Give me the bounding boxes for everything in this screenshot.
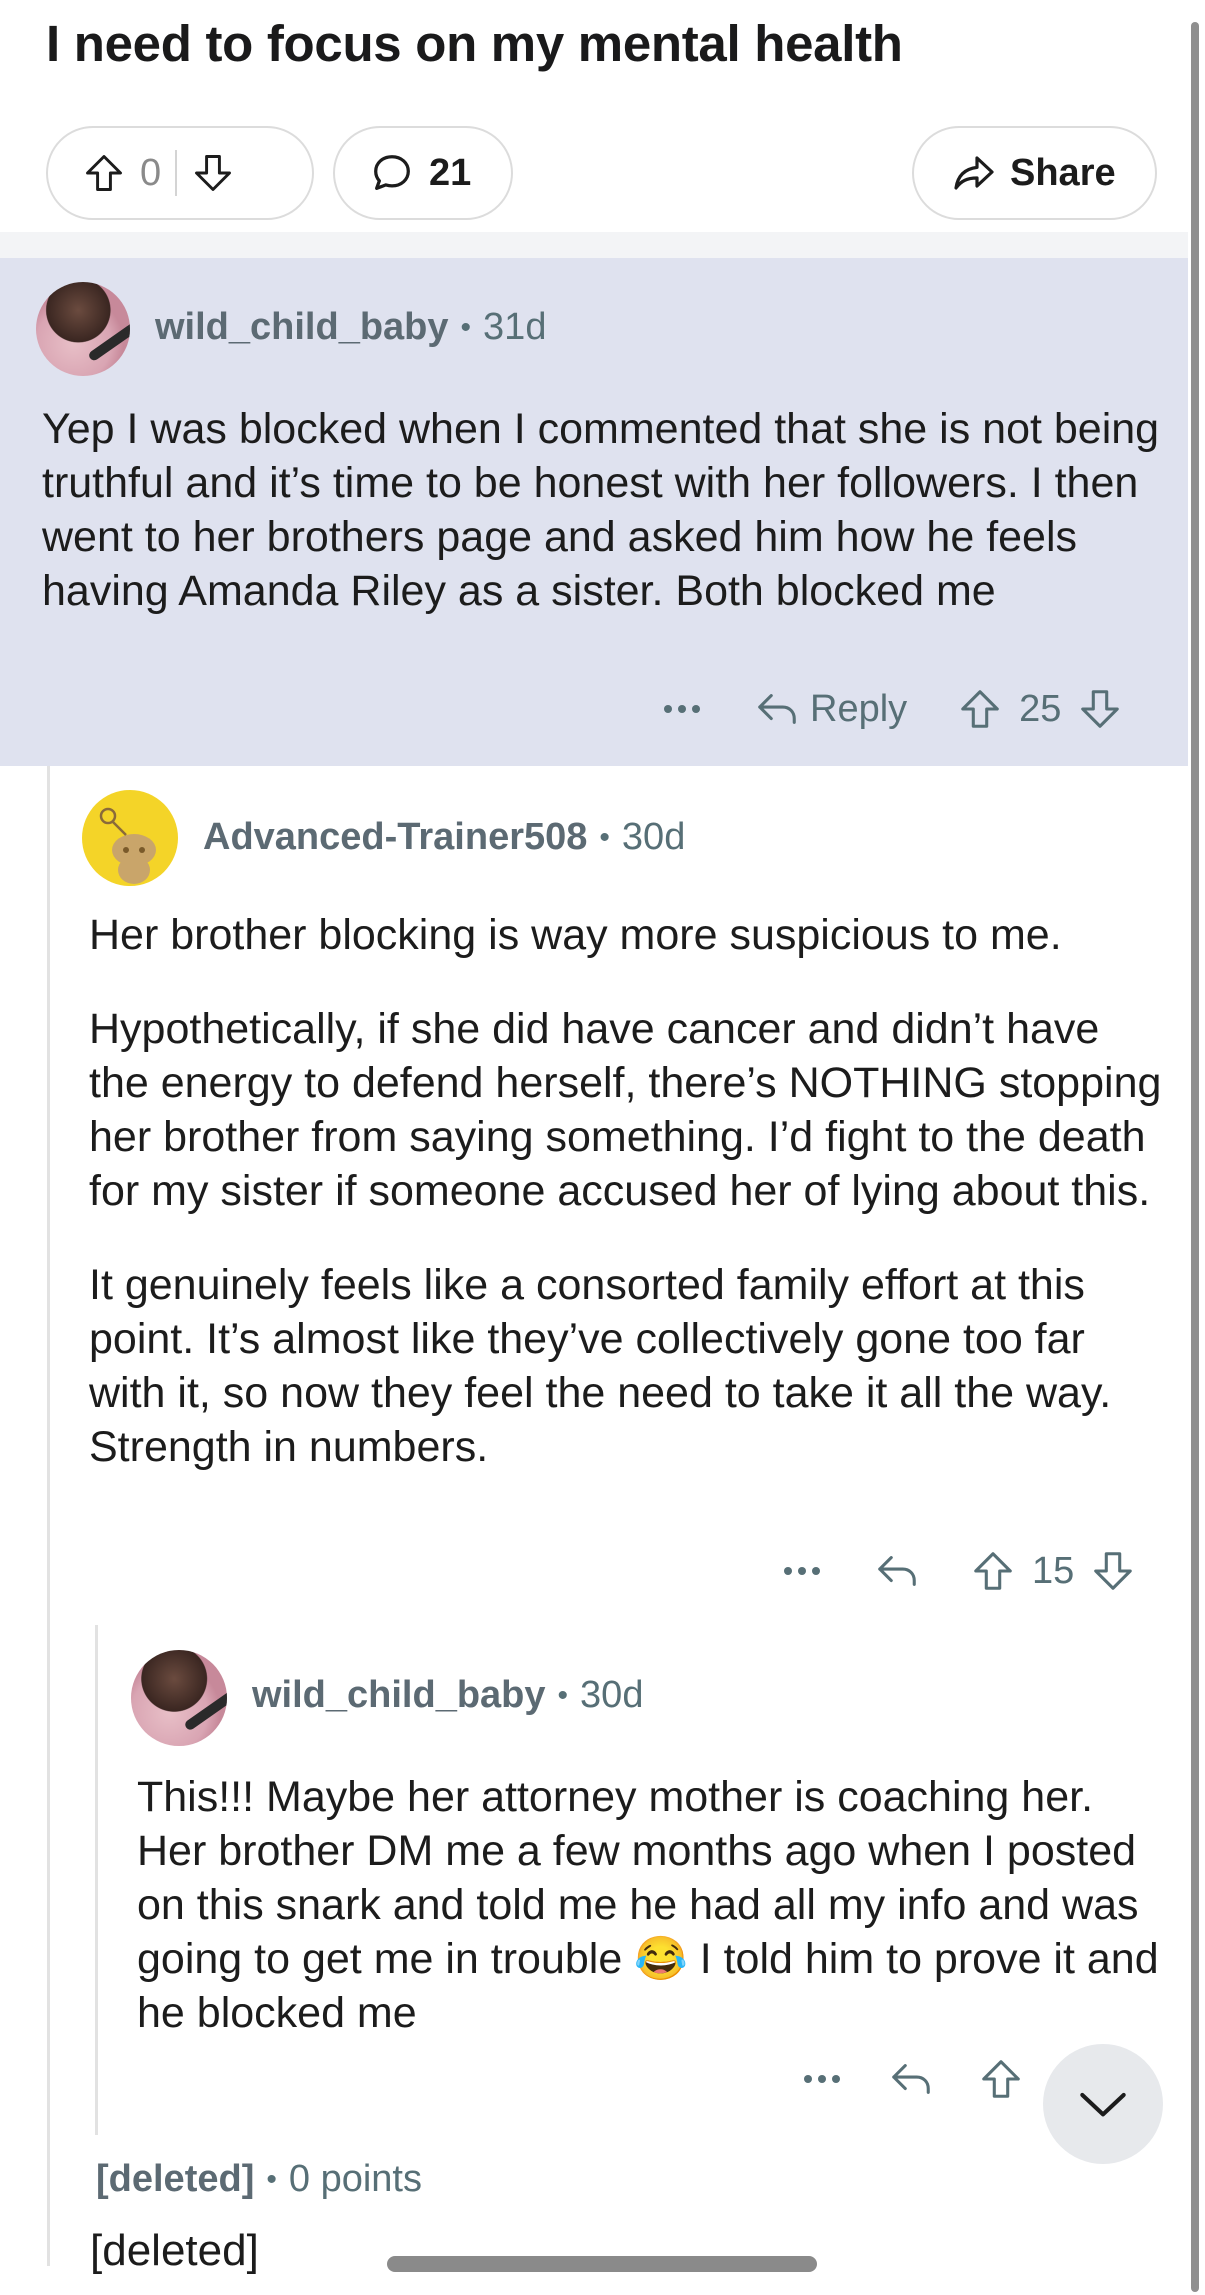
comment-body: Yep I was blocked when I commented that … [42,402,1162,618]
reply-icon [754,686,800,732]
share-label: Share [1010,151,1116,194]
comment-body: [deleted] [90,2226,259,2275]
comment-actions [800,2056,1024,2102]
comment-meta: wild_child_baby • 30d [252,1674,643,1717]
avatar[interactable] [36,282,130,376]
comment-paragraph: Yep I was blocked when I commented that … [42,405,1160,615]
reply-icon[interactable] [874,1548,920,1594]
share-button[interactable]: Share [912,126,1157,220]
comment-score: 15 [1032,1549,1075,1592]
comment-count: 21 [429,151,472,194]
comment-paragraph: It genuinely feels like a consorted fami… [89,1261,1112,1471]
comment-age: 30d [621,816,686,858]
thread-line-level-2 [95,1625,98,2135]
comment-actions: Reply 25 [660,686,1123,732]
vote-divider [175,150,178,196]
comment-body: This!!! Maybe her attorney mother is coa… [137,1770,1167,2040]
upvote-icon[interactable] [82,151,126,195]
comment-actions: 15 [780,1548,1136,1594]
reply-label: Reply [810,687,908,730]
section-separator [0,232,1188,258]
more-icon[interactable] [780,1563,824,1579]
post-vote-count: 0 [140,151,162,194]
comment-paragraph: This!!! Maybe her attorney mother is coa… [137,1770,1167,2040]
more-icon[interactable] [800,2071,844,2087]
comment-icon [369,150,415,196]
comment-username[interactable]: wild_child_baby [155,306,449,349]
comment-paragraph: Hypothetically, if she did have cancer a… [89,1005,1162,1215]
thread-line-level-1 [47,766,50,2266]
share-icon [950,149,998,197]
comment-age: 30d [580,1674,644,1716]
meta-dot: • [599,820,610,854]
upvote-icon[interactable] [978,2056,1024,2102]
comment-paragraph: Her brother blocking is way more suspici… [89,911,1062,959]
post-vote-pill: 0 [46,126,314,220]
comment-age: 31d [483,306,547,348]
comment-points: 0 points [288,2158,422,2200]
meta-dot: • [266,2162,277,2196]
comments-button[interactable]: 21 [333,126,513,220]
comment-meta: [deleted] • 0 points [96,2158,422,2201]
scroll-down-button[interactable] [1043,2044,1163,2164]
home-indicator[interactable] [387,2256,817,2272]
reply-button[interactable]: Reply [754,686,907,732]
comment-body: Her brother blocking is way more suspici… [89,908,1169,1474]
downvote-icon[interactable] [1090,1548,1136,1594]
meta-dot: • [460,310,472,344]
meta-dot: • [557,1678,569,1712]
avatar[interactable] [82,790,178,886]
upvote-icon[interactable] [970,1548,1016,1594]
comment-username: [deleted] [96,2158,255,2200]
scrollbar[interactable] [1191,22,1199,2292]
laughing-emoji: 😂 [634,1935,688,1983]
reply-icon[interactable] [888,2056,934,2102]
comment-meta: Advanced-Trainer508 • 30d [203,816,685,859]
downvote-icon[interactable] [191,151,235,195]
upvote-icon[interactable] [957,686,1003,732]
comment-username[interactable]: Advanced-Trainer508 [203,816,587,859]
chevron-down-icon [1072,2073,1134,2135]
downvote-icon[interactable] [1077,686,1123,732]
avatar[interactable] [131,1650,227,1746]
comment-username[interactable]: wild_child_baby [252,1674,546,1717]
more-icon[interactable] [660,701,704,717]
comment-score: 25 [1019,687,1062,730]
post-title: I need to focus on my mental health [46,15,903,72]
comment-meta: wild_child_baby • 31d [155,306,546,349]
